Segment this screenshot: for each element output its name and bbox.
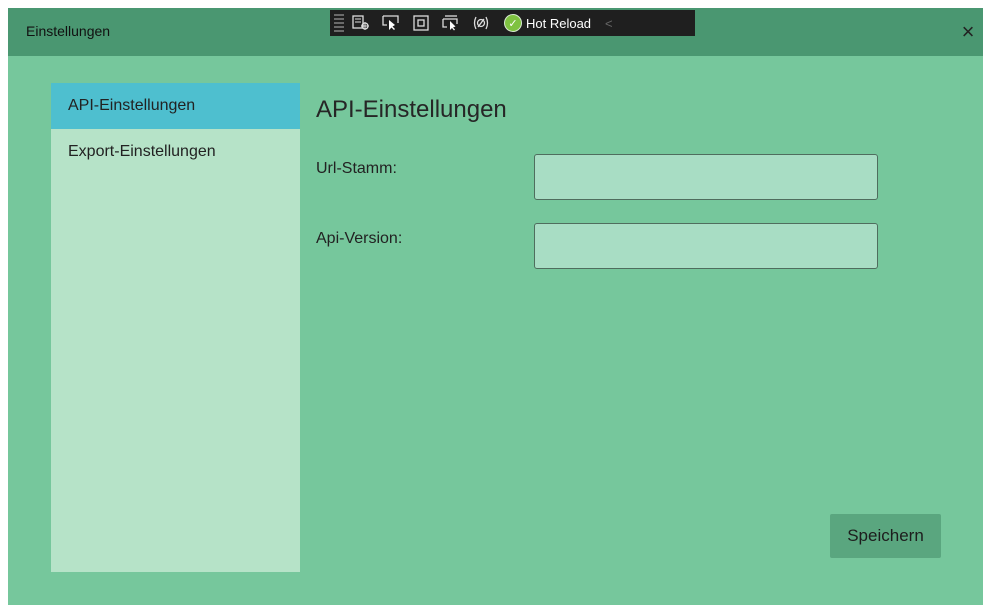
api-version-label: Api-Version: [316, 230, 403, 247]
check-circle-icon: ✓ [504, 14, 522, 32]
display-layout-icon[interactable] [408, 13, 434, 33]
grip-handle[interactable] [334, 14, 344, 32]
sidebar-item-label: Export-Einstellungen [68, 143, 216, 160]
settings-window: Einstellungen × ✓ Hot Reload < API-Einst… [8, 8, 983, 605]
sidebar-item-label: API-Einstellungen [68, 97, 196, 114]
binding-failures-icon[interactable] [468, 13, 494, 33]
close-icon[interactable]: × [953, 17, 983, 47]
page-title: API-Einstellungen [316, 96, 507, 123]
window-title: Einstellungen [26, 23, 111, 39]
url-stem-label: Url-Stamm: [316, 160, 397, 177]
sidebar-item-export-settings[interactable]: Export-Einstellungen [51, 129, 300, 175]
save-button[interactable]: Speichern [830, 514, 941, 558]
pointer-icon[interactable] [378, 13, 404, 33]
hot-reload-status[interactable]: ✓ Hot Reload [504, 14, 591, 32]
track-focus-icon[interactable] [438, 13, 464, 33]
settings-sidebar: API-Einstellungen Export-Einstellungen [51, 83, 300, 572]
select-element-icon[interactable] [348, 13, 374, 33]
api-version-input[interactable] [534, 223, 878, 269]
sidebar-item-api-settings[interactable]: API-Einstellungen [51, 83, 300, 129]
xaml-debug-toolbar: ✓ Hot Reload < [330, 10, 695, 36]
url-stem-input[interactable] [534, 154, 878, 200]
hot-reload-label: Hot Reload [526, 15, 592, 31]
collapse-chevron-icon[interactable]: < [605, 16, 613, 31]
